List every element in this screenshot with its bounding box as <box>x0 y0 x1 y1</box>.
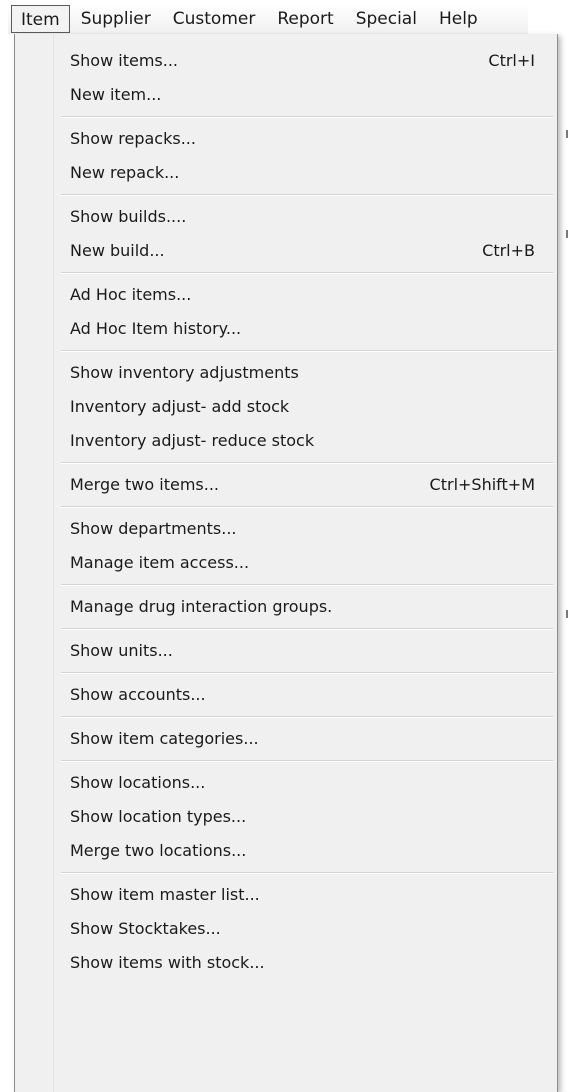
menu-item-label: Inventory adjust- add stock <box>70 397 290 416</box>
menu-item-label: Show location types... <box>70 807 247 826</box>
background-mark <box>566 610 568 618</box>
item-dropdown-menu: Show items... Ctrl+I New item... Show repac… <box>14 34 558 1092</box>
menu-group: Manage drug interaction groups. <box>15 590 557 624</box>
menu-separator <box>15 756 557 766</box>
menu-item-show-location-types[interactable]: Show location types... <box>15 800 557 834</box>
menu-group: Show units... <box>15 634 557 668</box>
menu-item-label: Ad Hoc Item history... <box>70 319 242 338</box>
menu-group: Show inventory adjustments Inventory adju… <box>15 356 557 458</box>
menu-item-label: New build... <box>70 241 165 260</box>
menu-item-label: Show Stocktakes... <box>70 919 221 938</box>
menu-group: Show builds.... New build... Ctrl+B <box>15 200 557 268</box>
menu-item-shortcut: Ctrl+B <box>482 241 535 260</box>
menu-item-show-item-master-list[interactable]: Show item master list... <box>15 878 557 912</box>
menu-separator <box>15 502 557 512</box>
menu-item-label: Show locations... <box>70 773 206 792</box>
menu-separator <box>15 712 557 722</box>
menu-separator <box>15 624 557 634</box>
menu-group: Show item master list... Show Stocktakes.… <box>15 878 557 980</box>
menu-group: Ad Hoc items... Ad Hoc Item history... <box>15 278 557 346</box>
menu-item-label: Show items with stock... <box>70 953 265 972</box>
menu-group: Show item categories... <box>15 722 557 756</box>
menu-item-inventory-adjust-add-stock[interactable]: Inventory adjust- add stock <box>15 390 557 424</box>
menu-separator <box>15 268 557 278</box>
menu-bar-strip: Item Supplier Customer Report Special He… <box>8 4 528 34</box>
menu-item-label: Show inventory adjustments <box>70 363 299 382</box>
menu-item-merge-two-locations[interactable]: Merge two locations... <box>15 834 557 868</box>
menu-item-show-stocktakes[interactable]: Show Stocktakes... <box>15 912 557 946</box>
menu-group: Show items... Ctrl+I New item... <box>15 44 557 112</box>
menu-separator <box>15 112 557 122</box>
menu-supplier[interactable]: Supplier <box>70 5 162 33</box>
menu-group: Show locations... Show location types... M… <box>15 766 557 868</box>
menu-item-manage-drug-interaction-groups[interactable]: Manage drug interaction groups. <box>15 590 557 624</box>
menu-separator <box>15 190 557 200</box>
menu-item-label: Show repacks... <box>70 129 196 148</box>
menu-item-ad-hoc-items[interactable]: Ad Hoc items... <box>15 278 557 312</box>
background-window-edge <box>558 34 576 1092</box>
menu-item-ad-hoc-item-history[interactable]: Ad Hoc Item history... <box>15 312 557 346</box>
menu-item-label: Show items... <box>70 51 178 70</box>
menu-separator <box>15 580 557 590</box>
menu-item-label: Show builds.... <box>70 207 187 226</box>
menu-item-show-items-with-stock[interactable]: Show items with stock... <box>15 946 557 980</box>
menu-item-label: Show departments... <box>70 519 237 538</box>
menu-item-show-units[interactable]: Show units... <box>15 634 557 668</box>
menu-separator <box>15 868 557 878</box>
menu-customer[interactable]: Customer <box>162 5 267 33</box>
menu-help[interactable]: Help <box>428 5 489 33</box>
menu-item-merge-two-items[interactable]: Merge two items... Ctrl+Shift+M <box>15 468 557 502</box>
menu-item-shortcut: Ctrl+I <box>488 51 535 70</box>
menu-item-label: Show accounts... <box>70 685 206 704</box>
menu-item-label: New item... <box>70 85 162 104</box>
menu-item-label: Manage drug interaction groups. <box>70 597 333 616</box>
menu-item-show-locations[interactable]: Show locations... <box>15 766 557 800</box>
background-mark <box>566 230 568 238</box>
menu-item-manage-item-access[interactable]: Manage item access... <box>15 546 557 580</box>
menu-item-shortcut: Ctrl+Shift+M <box>429 475 535 494</box>
menu-group: Show repacks... New repack... <box>15 122 557 190</box>
menu-group: Merge two items... Ctrl+Shift+M <box>15 468 557 502</box>
menu-item-new-build[interactable]: New build... Ctrl+B <box>15 234 557 268</box>
menu-item-item[interactable]: Item <box>11 5 70 33</box>
menu-item-show-builds[interactable]: Show builds.... <box>15 200 557 234</box>
menu-item-label: Manage item access... <box>70 553 250 572</box>
background-mark <box>566 130 568 138</box>
menu-item-show-repacks[interactable]: Show repacks... <box>15 122 557 156</box>
menu-item-label: Merge two locations... <box>70 841 247 860</box>
menu-item-show-departments[interactable]: Show departments... <box>15 512 557 546</box>
menu-separator <box>15 668 557 678</box>
menu-separator <box>15 458 557 468</box>
menu-item-inventory-adjust-reduce-stock[interactable]: Inventory adjust- reduce stock <box>15 424 557 458</box>
menu-item-new-item[interactable]: New item... <box>15 78 557 112</box>
menu-item-label: New repack... <box>70 163 180 182</box>
menu-item-show-items[interactable]: Show items... Ctrl+I <box>15 44 557 78</box>
menu-item-label: Show units... <box>70 641 173 660</box>
menu-item-new-repack[interactable]: New repack... <box>15 156 557 190</box>
menu-group: Show accounts... <box>15 678 557 712</box>
menu-item-label: Inventory adjust- reduce stock <box>70 431 315 450</box>
menu-list: Show items... Ctrl+I New item... Show repac… <box>15 44 557 980</box>
menu-item-show-accounts[interactable]: Show accounts... <box>15 678 557 712</box>
menu-report[interactable]: Report <box>266 5 344 33</box>
menu-item-show-item-categories[interactable]: Show item categories... <box>15 722 557 756</box>
menu-bar: Item Supplier Customer Report Special He… <box>0 0 576 36</box>
menu-group: Show departments... Manage item access... <box>15 512 557 580</box>
menu-item-label: Show item master list... <box>70 885 260 904</box>
menu-item-label: Ad Hoc items... <box>70 285 192 304</box>
menu-item-label: Merge two items... <box>70 475 220 494</box>
menu-item-label: Show item categories... <box>70 729 259 748</box>
menu-separator <box>15 346 557 356</box>
menu-item-show-inventory-adjustments[interactable]: Show inventory adjustments <box>15 356 557 390</box>
menu-special[interactable]: Special <box>345 5 428 33</box>
